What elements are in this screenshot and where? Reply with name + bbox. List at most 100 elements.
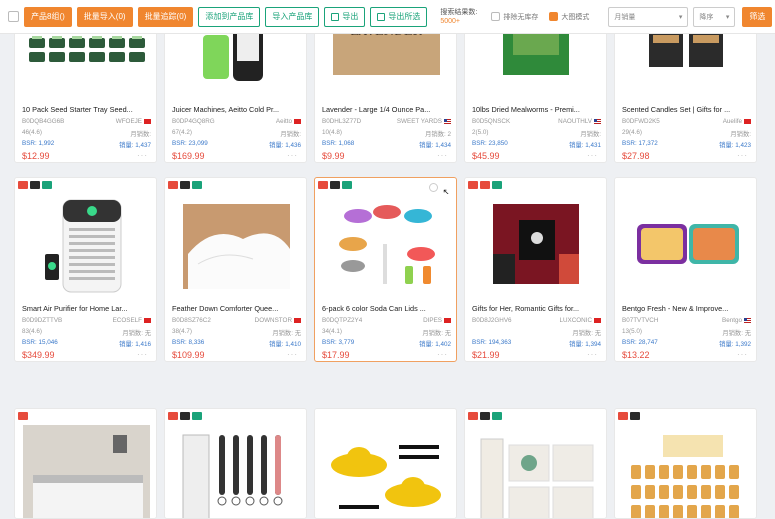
batch-import-button[interactable]: 批量导入(0) [76, 6, 133, 27]
product-image[interactable] [323, 194, 450, 299]
large-image-mode-option[interactable]: 大图模式 [549, 12, 589, 22]
monthly-sales: 月销数: 无 [272, 330, 301, 337]
product-title[interactable]: Scented Candles Set | Gifts for ... [622, 105, 751, 114]
product-asin-row: B0D5QNSCK NAOUTHLV [472, 118, 601, 125]
product-image[interactable] [473, 425, 600, 518]
flag-icon [744, 119, 751, 124]
badge [330, 181, 340, 189]
more-icon[interactable]: ··· [287, 350, 298, 359]
product-card[interactable] [164, 408, 307, 519]
product-image[interactable] [623, 425, 750, 518]
asin: B0DQTPZ2Y4 [322, 317, 363, 324]
badge [492, 412, 502, 420]
product-tags [318, 181, 352, 189]
monthly-sales: 月销数: 2 [425, 131, 451, 138]
product-title[interactable]: Gifts for Her, Romantic Gifts for... [472, 304, 601, 313]
monthly-sales: 月销数: [130, 131, 151, 138]
product-title[interactable]: Lavender - Large 1/4 Ounce Pa... [322, 105, 451, 114]
more-icon[interactable]: ··· [137, 350, 148, 359]
seller: DIPES [423, 317, 451, 324]
filter-button[interactable]: 筛选 [742, 6, 773, 27]
product-card[interactable]: ↖ 6-pack 6 color Soda Can Lids ... B0DQTPZ… [314, 177, 457, 362]
product-group-button[interactable]: 产品8组() [24, 6, 72, 27]
product-card[interactable] [614, 408, 757, 519]
product-bsr-row: BSR: 23,099 销量: 1,436 [172, 140, 301, 149]
product-card[interactable]: Bentgo Fresh - New & Improve... B07TVTVCH… [614, 177, 757, 362]
sales-volume: 销量: 1,423 [719, 142, 751, 149]
more-icon[interactable]: ··· [137, 151, 148, 160]
rating: 2(5.0) [472, 129, 489, 136]
flag-icon [144, 119, 151, 124]
batch-track-button[interactable]: 批量追踪(0) [137, 6, 194, 27]
more-icon[interactable]: ··· [737, 350, 748, 359]
monthly-sales: 月销数: 无 [422, 330, 451, 337]
badge [492, 181, 502, 189]
import-library-button[interactable]: 导入产品库 [265, 6, 320, 27]
badge [318, 181, 328, 189]
select-all-checkbox[interactable] [8, 11, 19, 22]
export-button[interactable]: 导出 [324, 6, 366, 27]
product-card[interactable]: Feather Down Comforter Quee... B0D8SZ76C2… [164, 177, 307, 362]
product-card[interactable] [464, 408, 607, 519]
more-icon[interactable]: ··· [737, 151, 748, 160]
more-icon[interactable]: ··· [437, 350, 448, 359]
rating: 38(4.7) [172, 328, 192, 335]
product-asin-row: B0DP4GQ8RG Aeitto [172, 118, 301, 125]
badge [192, 412, 202, 420]
rating: 10(4.8) [322, 129, 342, 136]
more-icon[interactable]: ··· [437, 151, 448, 160]
product-image[interactable] [23, 425, 150, 518]
badge [168, 412, 178, 420]
product-price: $12.99 [22, 151, 50, 161]
product-image[interactable] [23, 194, 150, 299]
chevron-down-icon: ▾ [678, 13, 683, 21]
asin: B07TVTVCH [622, 317, 659, 324]
product-asin-row: B0D9DZTTVB ECOSELF [22, 317, 151, 324]
product-title[interactable]: Juicer Machines, Aeitto Cold Pr... [172, 105, 301, 114]
rating: 29(4.6) [622, 129, 642, 136]
product-title[interactable]: Feather Down Comforter Quee... [172, 304, 301, 313]
product-asin-row: B07TVTVCH Bentgo [622, 317, 751, 324]
sort-field-select[interactable]: 月销量 ▾ [608, 6, 689, 27]
badge [630, 412, 640, 420]
product-tags [18, 412, 28, 420]
bsr: BSR: 194,363 [472, 339, 512, 346]
product-image[interactable] [173, 194, 300, 299]
product-title[interactable]: 6-pack 6 color Soda Can Lids ... [322, 304, 451, 313]
product-image[interactable] [173, 425, 300, 518]
product-card[interactable] [14, 408, 157, 519]
badge [180, 412, 190, 420]
product-title[interactable]: Bentgo Fresh - New & Improve... [622, 304, 751, 313]
badge [30, 181, 40, 189]
product-image[interactable] [323, 425, 450, 518]
product-title[interactable]: Smart Air Purifier for Home Lar... [22, 304, 151, 313]
seller: Aeitto [276, 118, 301, 125]
sales-volume: 销量: 1,402 [419, 341, 451, 348]
more-icon[interactable]: ··· [287, 151, 298, 160]
badge [618, 412, 628, 420]
add-to-library-button[interactable]: 添加到产品库 [198, 6, 261, 27]
favorite-icon[interactable] [429, 183, 438, 192]
asin: B0DQB4GG6B [22, 118, 65, 125]
product-price: $109.99 [172, 350, 205, 360]
product-card[interactable]: Smart Air Purifier for Home Lar... B0D9DZ… [14, 177, 157, 362]
asin: B0DFWD2K5 [622, 118, 660, 125]
monthly-sales: 月销数: [280, 131, 301, 138]
product-price: $27.98 [622, 151, 650, 161]
product-image[interactable] [623, 194, 750, 299]
flag-icon [744, 318, 751, 323]
product-card[interactable]: Gifts for Her, Romantic Gifts for... B0D8… [464, 177, 607, 362]
more-icon[interactable]: ··· [587, 151, 598, 160]
sales-volume: 销量: 1,436 [269, 142, 301, 149]
export-selected-button[interactable]: 导出所选 [370, 6, 428, 27]
product-title[interactable]: 10 Pack Seed Starter Tray Seed... [22, 105, 151, 114]
product-image[interactable] [473, 194, 600, 299]
more-icon[interactable]: ··· [587, 350, 598, 359]
exclude-no-stock-option[interactable]: 排除无库存 [491, 12, 538, 22]
sort-order-select[interactable]: 降序 ▾ [693, 6, 736, 27]
product-tags [468, 181, 502, 189]
bsr: BSR: 3,779 [322, 339, 355, 346]
product-title[interactable]: 10lbs Dried Mealworms - Premi... [472, 105, 601, 114]
product-asin-row: B0DFWD2K5 Auelife [622, 118, 751, 125]
product-card[interactable] [314, 408, 457, 519]
